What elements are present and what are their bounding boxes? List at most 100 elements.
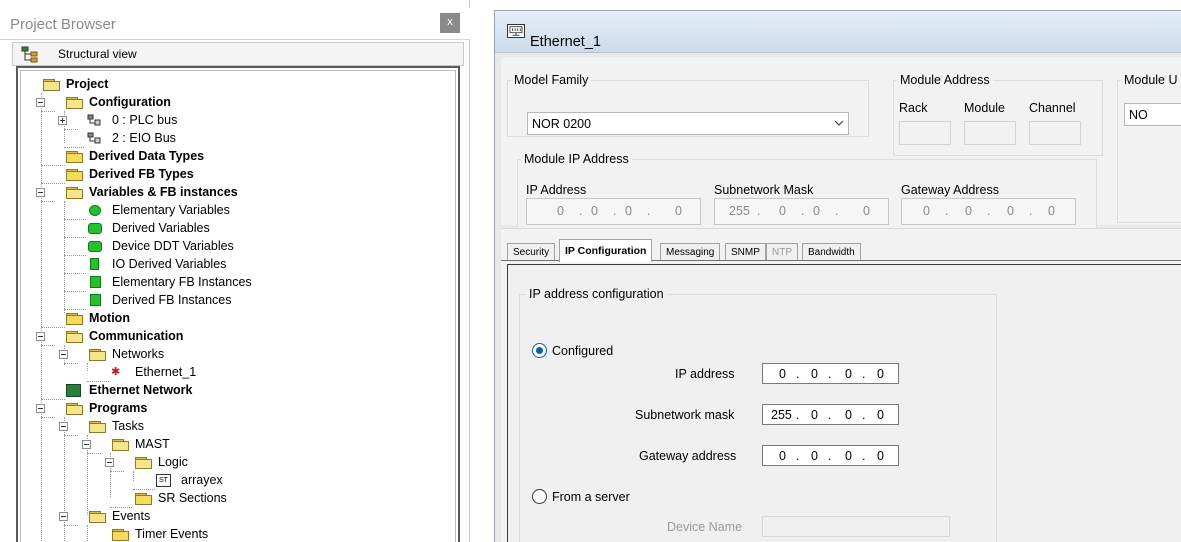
tree-item-communication[interactable]: Communication: [21, 327, 451, 345]
collapse-toggle[interactable]: [59, 350, 68, 359]
ip-address-input[interactable]: 0. 0. 0. 0: [762, 363, 899, 384]
tree-item-device-ddt-variables[interactable]: Device DDT Variables: [21, 237, 451, 255]
structural-view-bar[interactable]: Structural view: [12, 42, 464, 66]
project-browser-title: Project Browser: [10, 16, 116, 33]
tree-item-derived-fb-types[interactable]: Derived FB Types: [21, 165, 451, 183]
tab-messaging[interactable]: Messaging: [660, 243, 721, 261]
module-ip-field: 0. 0. 0. 0: [526, 198, 701, 225]
module-util-dropdown[interactable]: NO: [1124, 103, 1181, 126]
folder-icon: [66, 313, 83, 325]
ip-address-label: IP Address: [526, 183, 587, 197]
ethernet-network-icon: [66, 384, 81, 397]
elementary-variables-icon: [89, 205, 101, 216]
folder-open-icon: [112, 439, 129, 451]
folder-icon: [66, 169, 83, 181]
folder-open-icon: [89, 349, 106, 361]
module-gateway-field: 0. 0. 0. 0: [901, 198, 1076, 225]
elementary-fb-instances-icon: [90, 276, 101, 288]
tree-item-io-derived-variables[interactable]: IO Derived Variables: [21, 255, 451, 273]
gateway-address-label: Gateway address: [639, 449, 737, 463]
tree-item-timer-events[interactable]: Timer Events: [21, 525, 451, 542]
collapse-toggle[interactable]: [59, 512, 68, 521]
subnetwork-mask-label: Subnetwork mask: [635, 408, 735, 422]
tree-item-ethernet-network[interactable]: Ethernet Network: [21, 381, 451, 399]
module-field: [964, 121, 1016, 145]
tab-bandwidth[interactable]: Bandwidth: [802, 243, 861, 261]
tree-item-networks[interactable]: Networks: [21, 345, 451, 363]
project-browser-titlebar: Project Browser x: [0, 8, 470, 40]
tree-item-derived-fb-instances[interactable]: Derived FB Instances: [21, 291, 451, 309]
derived-fb-instances-icon: [90, 294, 101, 306]
project-tree[interactable]: Project Configuration 0 : PLC bus 2 : EI…: [16, 66, 460, 542]
ip-address-configuration-group: IP address configuration Configured IP a…: [519, 287, 997, 542]
editor-title: Ethernet_1: [530, 34, 601, 50]
module-mask-field: 255. 0. 0. 0: [714, 198, 889, 225]
collapse-toggle[interactable]: [36, 98, 45, 107]
bus-icon: [87, 132, 101, 144]
ethernet-editor-panel: Ethernet_1 Model Family NOR 0200 Module …: [478, 0, 1181, 542]
tree-view-icon: [21, 46, 38, 63]
tree-item-logic[interactable]: Logic: [21, 453, 451, 471]
tree-item-sr-sections[interactable]: SR Sections: [21, 489, 451, 507]
collapse-toggle[interactable]: [59, 422, 68, 431]
tree-item-events[interactable]: Events: [21, 507, 451, 525]
folder-open-icon: [66, 331, 83, 343]
io-derived-variables-icon: [90, 258, 99, 270]
folder-open-icon: [89, 511, 106, 523]
tree-item-elementary-fb-instances[interactable]: Elementary FB Instances: [21, 273, 451, 291]
tree-item-variables-fb-instances[interactable]: Variables & FB instances: [21, 183, 451, 201]
module-settings-panel: Model Family NOR 0200 Module Address Rac…: [501, 57, 1181, 232]
st-section-icon: ST: [156, 474, 171, 487]
config-tabstrip: Security IP Configuration Messaging SNMP…: [501, 228, 1181, 262]
tree-item-ethernet-1[interactable]: ✱ Ethernet_1: [21, 363, 451, 381]
tree-item-motion[interactable]: Motion: [21, 309, 451, 327]
subnetwork-mask-input[interactable]: 255. 0. 0. 0: [762, 404, 899, 425]
tab-snmp[interactable]: SNMP: [725, 243, 766, 261]
tree-item-derived-data-types[interactable]: Derived Data Types: [21, 147, 451, 165]
device-name-label: Device Name: [667, 520, 743, 534]
folder-open-icon: [89, 421, 106, 433]
derived-variables-icon: [88, 223, 102, 234]
ip-address-label: IP address: [675, 367, 735, 381]
tree-item-project[interactable]: Project: [21, 75, 451, 93]
device-name-input: [762, 516, 950, 537]
rack-label: Rack: [899, 101, 928, 115]
tree-item-programs[interactable]: Programs: [21, 399, 451, 417]
tree-item-derived-variables[interactable]: Derived Variables: [21, 219, 451, 237]
gateway-address-input[interactable]: 0. 0. 0. 0: [762, 445, 899, 466]
tree-item-plc-bus[interactable]: 0 : PLC bus: [21, 111, 451, 129]
configured-label: Configured: [552, 344, 614, 358]
tree-item-arrayex[interactable]: ST arrayex: [21, 471, 451, 489]
tab-ntp[interactable]: NTP: [766, 243, 798, 261]
device-ddt-variables-icon: [88, 241, 102, 252]
collapse-toggle[interactable]: [36, 332, 45, 341]
channel-label: Channel: [1029, 101, 1076, 115]
model-family-dropdown[interactable]: NOR 0200: [527, 112, 849, 135]
tab-ip-configuration[interactable]: IP Configuration: [559, 239, 653, 262]
ethernet-module-icon: [507, 24, 525, 38]
collapse-toggle[interactable]: [36, 188, 45, 197]
module-label: Module: [964, 101, 1005, 115]
network-icon: ✱: [111, 366, 121, 378]
folder-icon: [112, 529, 129, 541]
from-a-server-radio[interactable]: [532, 489, 547, 504]
bus-icon: [87, 114, 101, 126]
tree-item-elementary-variables[interactable]: Elementary Variables: [21, 201, 451, 219]
close-panel-button[interactable]: x: [440, 13, 460, 33]
channel-field: [1029, 121, 1081, 145]
tree-item-tasks[interactable]: Tasks: [21, 417, 451, 435]
collapse-toggle[interactable]: [36, 404, 45, 413]
ip-configuration-tab-content: IP address configuration Configured IP a…: [501, 260, 1181, 542]
gateway-address-label: Gateway Address: [901, 183, 999, 197]
configured-radio[interactable]: [532, 343, 547, 358]
from-a-server-label: From a server: [552, 490, 630, 504]
collapse-toggle[interactable]: [105, 458, 114, 467]
collapse-toggle[interactable]: [82, 440, 91, 449]
structural-view-label: Structural view: [58, 47, 137, 61]
expand-toggle[interactable]: [58, 116, 67, 125]
tree-item-eio-bus[interactable]: 2 : EIO Bus: [21, 129, 451, 147]
editor-window: Ethernet_1 Model Family NOR 0200 Module …: [494, 10, 1181, 542]
tree-item-configuration[interactable]: Configuration: [21, 93, 451, 111]
tab-security[interactable]: Security: [507, 243, 556, 261]
tree-item-mast[interactable]: MAST: [21, 435, 451, 453]
